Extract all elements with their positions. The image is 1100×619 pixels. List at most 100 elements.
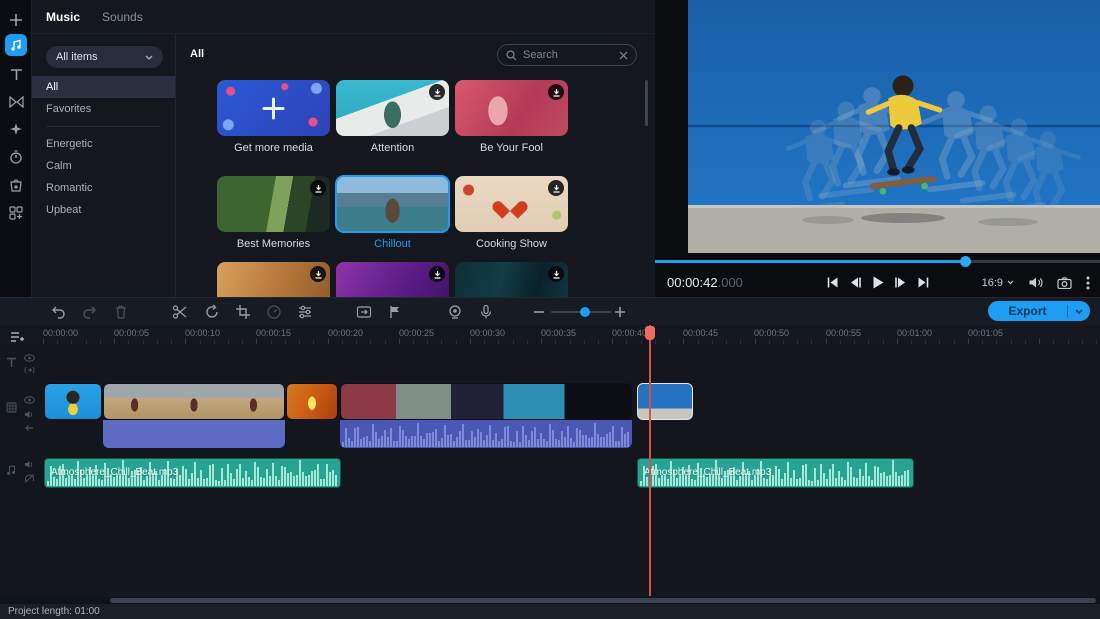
video-clip-4[interactable]: [340, 383, 632, 420]
download-icon[interactable]: [429, 84, 445, 100]
speed-icon[interactable]: [266, 304, 282, 320]
next-frame-icon[interactable]: [894, 276, 907, 289]
card-chillout[interactable]: Chillout: [336, 176, 449, 250]
category-sidebar: All items All Favorites Energetic Calm R…: [32, 34, 176, 297]
category-romantic[interactable]: Romantic: [32, 177, 175, 199]
clear-icon[interactable]: [619, 51, 628, 60]
timeline-hscrollbar[interactable]: [0, 597, 1100, 604]
video-visibility-icon[interactable]: [22, 393, 36, 407]
divider: [46, 126, 161, 127]
playhead-handle[interactable]: [645, 326, 655, 340]
prev-frame-icon[interactable]: [848, 276, 861, 289]
play-icon[interactable]: [870, 275, 885, 290]
app-sidebar: [0, 0, 32, 297]
category-all[interactable]: All: [32, 76, 175, 98]
audio-mute-icon[interactable]: [22, 457, 36, 471]
chevron-down-icon: [145, 55, 153, 60]
webcam-icon[interactable]: [447, 304, 463, 320]
crop-icon[interactable]: [235, 304, 251, 320]
redo-icon[interactable]: [82, 304, 98, 320]
video-clip-5[interactable]: [637, 383, 693, 420]
category-calm[interactable]: Calm: [32, 155, 175, 177]
titles-icon[interactable]: [0, 62, 32, 86]
preview-progress-bar[interactable]: [655, 260, 1100, 263]
download-icon[interactable]: [429, 266, 445, 282]
status-bar: Project length: 01:00: [0, 604, 1100, 619]
playhead-line: [649, 325, 651, 596]
category-energetic[interactable]: Energetic: [32, 133, 175, 155]
import-plus-icon[interactable]: [0, 8, 32, 32]
ruler-label: 00:01:00: [897, 328, 932, 338]
music-icon[interactable]: [5, 34, 27, 56]
export-button[interactable]: Export: [988, 301, 1090, 321]
video-clip-2[interactable]: [103, 383, 285, 420]
ruler-label: 00:00:30: [470, 328, 505, 338]
title-sync-icon[interactable]: [22, 363, 36, 377]
progress-fill: [655, 260, 965, 263]
store-icon[interactable]: [0, 173, 32, 197]
audio-clip-2[interactable]: Atmosphere_Chill_Beat.mp3: [637, 458, 914, 488]
tab-sounds[interactable]: Sounds: [102, 10, 143, 24]
adjust-icon[interactable]: [297, 304, 313, 320]
effects-icon[interactable]: [0, 117, 32, 141]
timeline: Atmosphere_Chill_Beat.mp3 Atmosphere_Chi…: [0, 345, 1100, 597]
search-box[interactable]: [497, 44, 637, 66]
more-tools-icon[interactable]: [0, 201, 32, 225]
speaker-icon[interactable]: [1028, 276, 1043, 289]
category-upbeat[interactable]: Upbeat: [32, 199, 175, 221]
tab-music[interactable]: Music: [46, 10, 80, 24]
card-partial-3[interactable]: [455, 262, 568, 297]
more-menu-icon[interactable]: [1086, 276, 1090, 290]
card-get-more-media[interactable]: Get more media: [217, 80, 330, 154]
card-attention[interactable]: Attention: [336, 80, 449, 154]
preview-viewport: [688, 0, 1100, 253]
timeline-ruler[interactable]: 00:00:00 00:00:05 00:00:10 00:00:15 00:0…: [0, 325, 1100, 345]
undo-icon[interactable]: [50, 304, 66, 320]
zoom-out-icon[interactable]: [531, 304, 547, 320]
transition-icon[interactable]: [356, 304, 372, 320]
card-best-memories[interactable]: Best Memories: [217, 176, 330, 250]
split-icon[interactable]: [172, 304, 188, 320]
zoom-slider-handle[interactable]: [580, 307, 590, 317]
download-icon[interactable]: [548, 84, 564, 100]
card-be-your-fool[interactable]: Be Your Fool: [455, 80, 568, 154]
zoom-in-icon[interactable]: [612, 304, 628, 320]
preview-video-frame: [688, 0, 1100, 253]
skip-end-icon[interactable]: [916, 276, 929, 289]
download-icon[interactable]: [548, 266, 564, 282]
audio-headphones-off-icon[interactable]: [22, 471, 36, 485]
download-icon[interactable]: [310, 266, 326, 282]
marker-flag-icon[interactable]: [387, 304, 403, 320]
stopwatch-icon[interactable]: [0, 145, 32, 169]
filter-dropdown[interactable]: All items: [46, 46, 163, 68]
linked-audio-1[interactable]: [103, 420, 285, 448]
search-input[interactable]: [523, 49, 615, 61]
audio-clip-1[interactable]: Atmosphere_Chill_Beat.mp3: [44, 458, 341, 488]
skip-start-icon[interactable]: [826, 276, 839, 289]
rotate-icon[interactable]: [204, 304, 220, 320]
add-track-icon[interactable]: [10, 330, 24, 344]
hscroll-thumb[interactable]: [110, 598, 1096, 603]
category-favorites[interactable]: Favorites: [32, 98, 175, 120]
transitions-icon[interactable]: [0, 90, 32, 114]
video-link-back-icon[interactable]: [22, 421, 36, 435]
ruler-label: 00:00:15: [256, 328, 291, 338]
microphone-icon[interactable]: [478, 304, 494, 320]
progress-knob[interactable]: [960, 256, 971, 267]
card-partial-2[interactable]: [336, 262, 449, 297]
card-cooking-show[interactable]: Cooking Show: [455, 176, 568, 250]
linked-audio-2[interactable]: [340, 420, 632, 448]
media-panel: Music Sounds All items All Favorites Ene…: [32, 0, 655, 297]
snapshot-icon[interactable]: [1057, 277, 1072, 289]
aspect-ratio-dropdown[interactable]: 16:9: [982, 277, 1014, 289]
download-icon[interactable]: [310, 180, 326, 196]
export-chevron-icon[interactable]: [1068, 309, 1090, 314]
grid-header: All: [190, 48, 204, 60]
video-clip-1[interactable]: [44, 383, 102, 420]
media-scrollbar[interactable]: [645, 80, 648, 126]
card-partial-1[interactable]: [217, 262, 330, 297]
delete-icon[interactable]: [113, 304, 129, 320]
video-clip-3[interactable]: [286, 383, 338, 420]
video-mute-icon[interactable]: [22, 407, 36, 421]
download-icon[interactable]: [548, 180, 564, 196]
